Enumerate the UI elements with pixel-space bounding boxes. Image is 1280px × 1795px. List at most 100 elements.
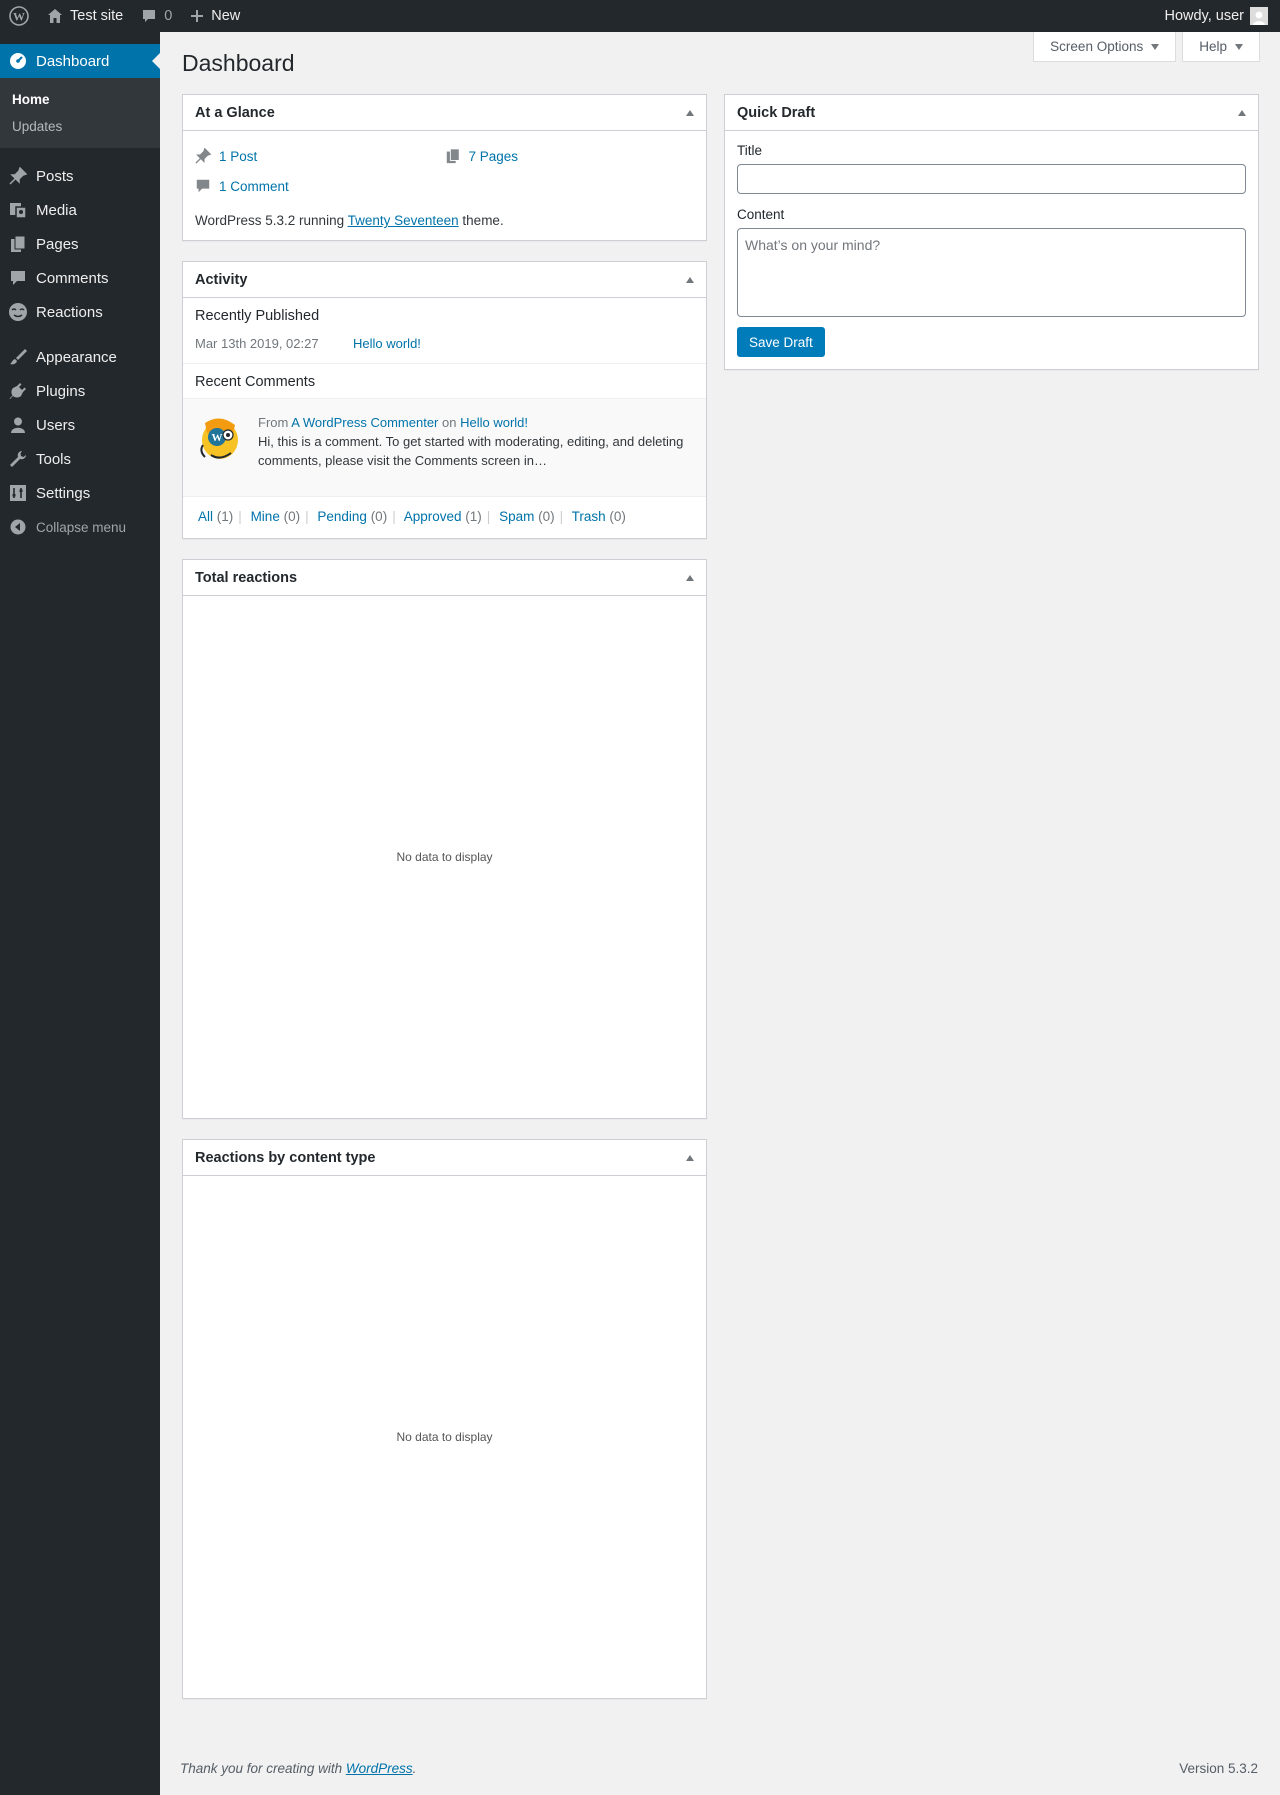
save-draft-button[interactable]: Save Draft <box>737 327 825 357</box>
reactions-icon <box>8 302 28 322</box>
paintbrush-icon <box>8 347 28 367</box>
widget-header[interactable]: Quick Draft <box>725 95 1258 131</box>
site-name-link[interactable]: Test site <box>38 0 132 32</box>
settings-icon <box>8 483 28 503</box>
collapse-label: Collapse menu <box>36 519 127 535</box>
section-heading: Recent Comments <box>195 374 316 390</box>
filter-pending[interactable]: Pending (0) <box>317 509 387 524</box>
at-a-glance-widget: At a Glance 1 Post 7 Pages 1 Comment Wor… <box>182 94 707 241</box>
collapse-toggle-icon[interactable] <box>686 276 694 283</box>
total-reactions-widget: Total reactions No data to display <box>182 559 707 1119</box>
comments-count: 0 <box>164 8 173 24</box>
activity-widget: Activity Recently Published Mar 13th 201… <box>182 261 707 539</box>
recent-comments: Recent Comments W From A WordPress Comme… <box>183 364 706 496</box>
dashboard-right-column: Quick Draft Title Content What’s on your… <box>724 94 1259 390</box>
widget-title: Total reactions <box>195 569 298 586</box>
sidebar-item-users[interactable]: Users <box>0 408 160 442</box>
screen-options-button[interactable]: Screen Options <box>1033 32 1177 62</box>
widget-header[interactable]: Reactions by content type <box>183 1140 706 1176</box>
collapse-toggle-icon[interactable] <box>686 1154 694 1161</box>
widget-header[interactable]: At a Glance <box>183 95 706 131</box>
from-label: From <box>258 415 289 430</box>
list-item: Mar 13th 2019, 02:27 Hello world! <box>183 332 706 363</box>
version-suffix: theme. <box>458 213 504 228</box>
sidebar-item-reactions[interactable]: Reactions <box>0 295 160 329</box>
post-link[interactable]: Hello world! <box>353 336 421 351</box>
widget-header[interactable]: Total reactions <box>183 560 706 596</box>
sidebar-item-posts[interactable]: Posts <box>0 159 160 193</box>
collapse-toggle-icon[interactable] <box>686 109 694 116</box>
glance-pages: 7 Pages <box>445 141 695 171</box>
title-input[interactable] <box>737 164 1246 194</box>
thanks-suffix: . <box>412 1761 417 1776</box>
widget-title: Reactions by content type <box>195 1149 376 1166</box>
section-heading: Recently Published <box>195 308 320 324</box>
sidebar-item-dashboard[interactable]: Dashboard <box>0 44 160 78</box>
sidebar-item-tools[interactable]: Tools <box>0 442 160 476</box>
content-label: Content <box>737 207 785 222</box>
avatar <box>1250 7 1268 25</box>
quick-draft-widget: Quick Draft Title Content What’s on your… <box>724 94 1259 370</box>
dashboard-icon <box>8 51 28 71</box>
comment-body: From A WordPress Commenter on Hello worl… <box>258 413 694 470</box>
caret-down-icon <box>1151 43 1160 50</box>
content-placeholder: What’s on your mind? <box>745 237 881 253</box>
posts-count-link[interactable]: 1 Post <box>219 149 257 164</box>
comments-count-link[interactable]: 1 Comment <box>219 179 289 194</box>
svg-text:W: W <box>212 432 223 444</box>
theme-link[interactable]: Twenty Seventeen <box>348 213 459 228</box>
svg-text:W: W <box>13 10 25 24</box>
thanks-text: Thank you for creating with <box>180 1761 346 1776</box>
collapse-toggle-icon[interactable] <box>686 574 694 581</box>
submenu-home[interactable]: Home <box>0 86 160 113</box>
comments-link[interactable]: 0 <box>132 0 181 32</box>
empty-message: No data to display <box>396 1430 493 1444</box>
page-title: Dashboard <box>182 50 295 76</box>
sidebar-item-label: Pages <box>36 235 79 253</box>
footer-version: Version 5.3.2 <box>1179 1761 1258 1776</box>
sidebar-item-plugins[interactable]: Plugins <box>0 374 160 408</box>
filter-mine[interactable]: Mine (0) <box>251 509 301 524</box>
dashboard-left-column: At a Glance 1 Post 7 Pages 1 Comment Wor… <box>182 94 707 1719</box>
filter-approved[interactable]: Approved (1) <box>404 509 482 524</box>
sidebar-item-appearance[interactable]: Appearance <box>0 340 160 374</box>
content-textarea[interactable]: What’s on your mind? <box>737 228 1246 317</box>
caret-down-icon <box>1235 43 1243 50</box>
greeting: Howdy, user <box>1164 8 1244 24</box>
filter-all[interactable]: All (1) <box>198 509 233 524</box>
widget-title: At a Glance <box>195 104 275 121</box>
widget-title: Activity <box>195 271 248 288</box>
sidebar-item-label: Tools <box>36 450 72 468</box>
collapse-toggle-icon[interactable] <box>1238 109 1246 116</box>
recently-published: Recently Published Mar 13th 2019, 02:27 … <box>183 298 706 364</box>
sidebar-item-settings[interactable]: Settings <box>0 476 160 510</box>
comment-icon <box>195 178 211 194</box>
wordpress-logo-icon[interactable]: W <box>0 0 38 32</box>
wordpress-link[interactable]: WordPress <box>346 1761 413 1776</box>
sidebar-item-media[interactable]: Media <box>0 193 160 227</box>
sidebar-item-comments[interactable]: Comments <box>0 261 160 295</box>
comment-author-link[interactable]: A WordPress Commenter <box>291 415 438 430</box>
my-account[interactable]: Howdy, user <box>1164 7 1280 25</box>
comment-filters: All (1) | Mine (0) | Pending (0) | Approved… <box>183 496 706 538</box>
commenter-avatar: W <box>195 413 245 463</box>
collapse-menu-button[interactable]: Collapse menu <box>0 510 160 544</box>
help-button[interactable]: Help <box>1182 32 1260 62</box>
sidebar-item-pages[interactable]: Pages <box>0 227 160 261</box>
plugin-icon <box>8 381 28 401</box>
screen-options-label: Screen Options <box>1050 39 1144 54</box>
submenu-updates[interactable]: Updates <box>0 113 160 140</box>
sidebar-item-label: Appearance <box>36 348 117 366</box>
comment-post-link[interactable]: Hello world! <box>460 415 528 430</box>
pin-icon <box>195 148 211 164</box>
filter-trash[interactable]: Trash (0) <box>572 509 626 524</box>
sidebar-item-label: Dashboard <box>36 52 110 70</box>
new-label: New <box>211 8 241 24</box>
help-label: Help <box>1199 39 1227 54</box>
pages-count-link[interactable]: 7 Pages <box>469 149 519 164</box>
widget-header[interactable]: Activity <box>183 262 706 298</box>
new-content-link[interactable]: New <box>181 0 249 32</box>
on-label: on <box>442 415 457 430</box>
sidebar-item-label: Reactions <box>36 303 103 321</box>
filter-spam[interactable]: Spam (0) <box>499 509 555 524</box>
